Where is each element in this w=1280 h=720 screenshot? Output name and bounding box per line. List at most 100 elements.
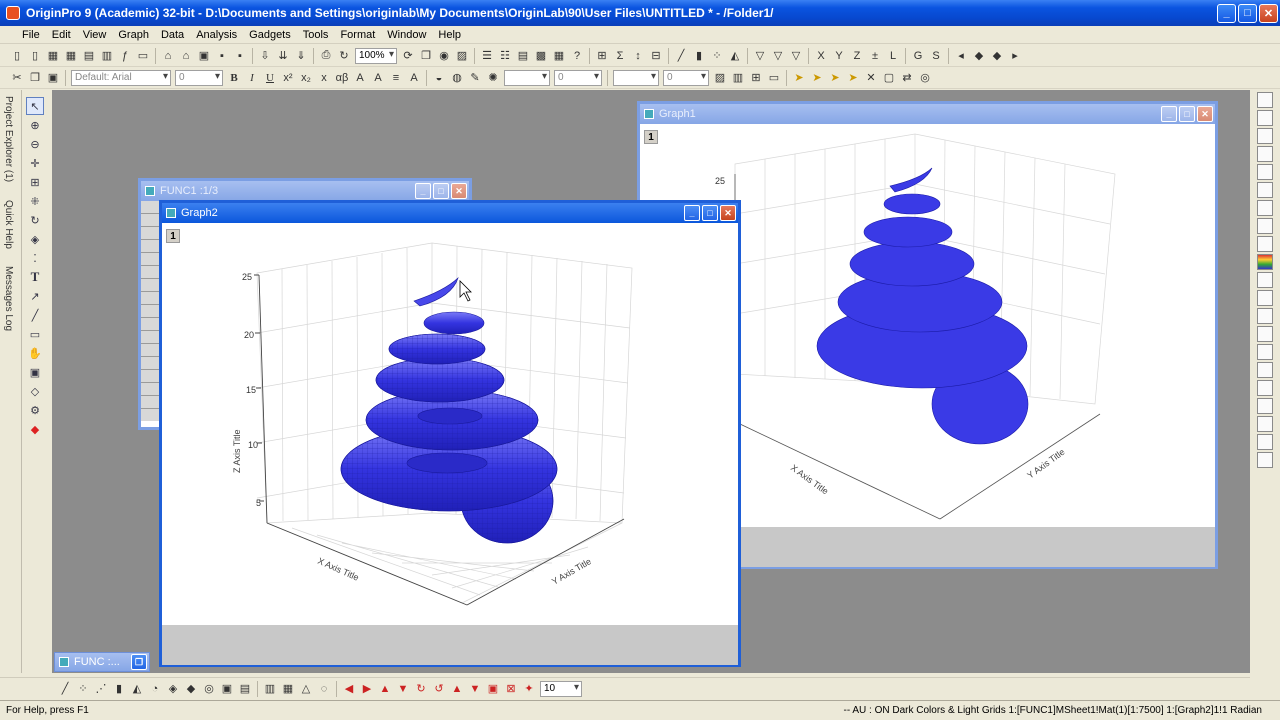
line-tool-icon[interactable]: ╱: [26, 306, 44, 324]
bold-icon[interactable]: B: [226, 70, 242, 86]
func1-titlebar[interactable]: FUNC1 :1/3 _ □ ✕: [141, 181, 469, 201]
filter-reapply-icon[interactable]: ▽: [788, 48, 804, 64]
maximize-icon[interactable]: □: [1238, 3, 1257, 23]
z-column-icon[interactable]: Z: [849, 48, 865, 64]
plot-line-icon[interactable]: ╱: [673, 48, 689, 64]
increase-font-icon[interactable]: A: [352, 70, 368, 86]
plot-line-symbol-icon[interactable]: ⋰: [93, 681, 109, 697]
align-left-icon[interactable]: [1257, 326, 1273, 342]
graph2-window[interactable]: Graph2 _ □ ✕ 1 25 20 15 10 5 Z Axis Titl…: [159, 200, 741, 667]
add-top-axis-icon[interactable]: [1257, 164, 1273, 180]
tilt-down-icon[interactable]: ▼: [395, 681, 411, 697]
fill-color-icon[interactable]: ◒: [431, 70, 447, 86]
minimize-icon[interactable]: _: [1161, 106, 1177, 122]
zoom-out-icon[interactable]: ⊖: [26, 135, 44, 153]
filter-icon[interactable]: ▽: [752, 48, 768, 64]
rotate-ccw-icon[interactable]: ↺: [431, 681, 447, 697]
move-first-icon[interactable]: ◆: [971, 48, 987, 64]
custom-routine-icon[interactable]: ◉: [436, 48, 452, 64]
rotation-step-combo[interactable]: 10: [540, 680, 582, 697]
lock-icon[interactable]: ◎: [917, 70, 933, 86]
color-scale-icon[interactable]: [1257, 254, 1273, 270]
layer-management-icon[interactable]: [1257, 92, 1273, 108]
subscript-icon[interactable]: x₂: [298, 70, 314, 86]
restore-icon[interactable]: ❐: [131, 654, 147, 670]
rotate-right-icon[interactable]: ▶: [359, 681, 375, 697]
set-column-icon[interactable]: ⊟: [648, 48, 664, 64]
decrease-font-icon[interactable]: A: [370, 70, 386, 86]
mask-icon[interactable]: ✕: [863, 70, 879, 86]
decrease-perspective-icon[interactable]: ▼: [467, 681, 483, 697]
sort-icon[interactable]: ↕: [630, 48, 646, 64]
error-column-icon[interactable]: ±: [867, 48, 883, 64]
increase-perspective-icon[interactable]: ▲: [449, 681, 465, 697]
maximize-icon[interactable]: □: [1179, 106, 1195, 122]
minimize-icon[interactable]: _: [684, 205, 700, 221]
menu-window[interactable]: Window: [381, 29, 432, 41]
line-color-icon[interactable]: ✎: [467, 70, 483, 86]
menu-view[interactable]: View: [77, 29, 113, 41]
reset-rotation-icon[interactable]: ▣: [485, 681, 501, 697]
plot-line-icon[interactable]: ╱: [57, 681, 73, 697]
paste-icon[interactable]: ▣: [45, 70, 61, 86]
mask-points-icon[interactable]: ◈: [26, 230, 44, 248]
underline-icon[interactable]: U: [262, 70, 278, 86]
align-right-icon[interactable]: [1257, 344, 1273, 360]
save-template-icon[interactable]: ▪: [232, 48, 248, 64]
y-column-icon[interactable]: Y: [831, 48, 847, 64]
hand-tool-icon[interactable]: ✋: [26, 344, 44, 362]
line-width-combo[interactable]: 0: [554, 69, 602, 86]
column-statistics-icon[interactable]: Σ: [612, 48, 628, 64]
help-icon[interactable]: ?: [569, 48, 585, 64]
plot-contour-icon[interactable]: ◎: [201, 681, 217, 697]
go-forward-icon[interactable]: ➤: [809, 70, 825, 86]
recalculate-icon[interactable]: ↻: [336, 48, 352, 64]
tab-messages-log[interactable]: Messages Log: [3, 266, 14, 331]
resize-frame-icon[interactable]: ✦: [521, 681, 537, 697]
pattern-color-icon[interactable]: ▥: [730, 70, 746, 86]
stat-plot-icon[interactable]: ▥: [262, 681, 278, 697]
column-add-icon[interactable]: ⊞: [594, 48, 610, 64]
border-icon[interactable]: ▭: [766, 70, 782, 86]
maximize-icon[interactable]: □: [433, 183, 449, 199]
plot-area-icon[interactable]: ◭: [727, 48, 743, 64]
tab-project-explorer[interactable]: Project Explorer (1): [3, 96, 14, 182]
plot-pie-icon[interactable]: ◔: [147, 681, 163, 697]
menu-format[interactable]: Format: [334, 29, 381, 41]
arrow-tool-icon[interactable]: ↗: [26, 287, 44, 305]
add-table-icon[interactable]: [1257, 272, 1273, 288]
effect-icon[interactable]: ✺: [485, 70, 501, 86]
ternary-icon[interactable]: △: [298, 681, 314, 697]
minimize-icon[interactable]: _: [415, 183, 431, 199]
data-reader-icon[interactable]: ⊞: [26, 173, 44, 191]
zoom-combo[interactable]: 100%: [355, 47, 397, 64]
close-icon[interactable]: ✕: [1259, 3, 1278, 23]
pattern-icon[interactable]: ◍: [449, 70, 465, 86]
line-style-combo[interactable]: [504, 69, 550, 86]
close-icon[interactable]: ✕: [720, 205, 736, 221]
zoom-in-icon[interactable]: ⊕: [26, 116, 44, 134]
graph1-titlebar[interactable]: Graph1 _ □ ✕: [640, 104, 1215, 124]
close-icon[interactable]: ✕: [451, 183, 467, 199]
tilt-up-icon[interactable]: ▲: [377, 681, 393, 697]
menu-tools[interactable]: Tools: [297, 29, 335, 41]
new-workbook-icon[interactable]: ▦: [45, 48, 61, 64]
add-inset-data-icon[interactable]: [1257, 218, 1273, 234]
menu-file[interactable]: File: [16, 29, 46, 41]
add-layer-icon[interactable]: [1257, 110, 1273, 126]
plot-surface-icon[interactable]: ◆: [183, 681, 199, 697]
label-column-icon[interactable]: L: [885, 48, 901, 64]
duplicate-icon[interactable]: ❐: [418, 48, 434, 64]
arrow-style-combo[interactable]: [613, 69, 659, 86]
results-log-icon[interactable]: ☷: [497, 48, 513, 64]
import-multiple-icon[interactable]: ⇊: [275, 48, 291, 64]
font-size-combo[interactable]: 0: [175, 69, 223, 86]
refresh-icon[interactable]: ⟳: [400, 48, 416, 64]
timestamp-icon[interactable]: [1257, 236, 1273, 252]
grid-icon[interactable]: ⊞: [748, 70, 764, 86]
plot-3d-icon[interactable]: ◈: [165, 681, 181, 697]
plot-area-icon[interactable]: ◭: [129, 681, 145, 697]
open-template-icon[interactable]: ⌂: [178, 48, 194, 64]
polygon-tool-icon[interactable]: ◇: [26, 382, 44, 400]
x-column-icon[interactable]: X: [813, 48, 829, 64]
